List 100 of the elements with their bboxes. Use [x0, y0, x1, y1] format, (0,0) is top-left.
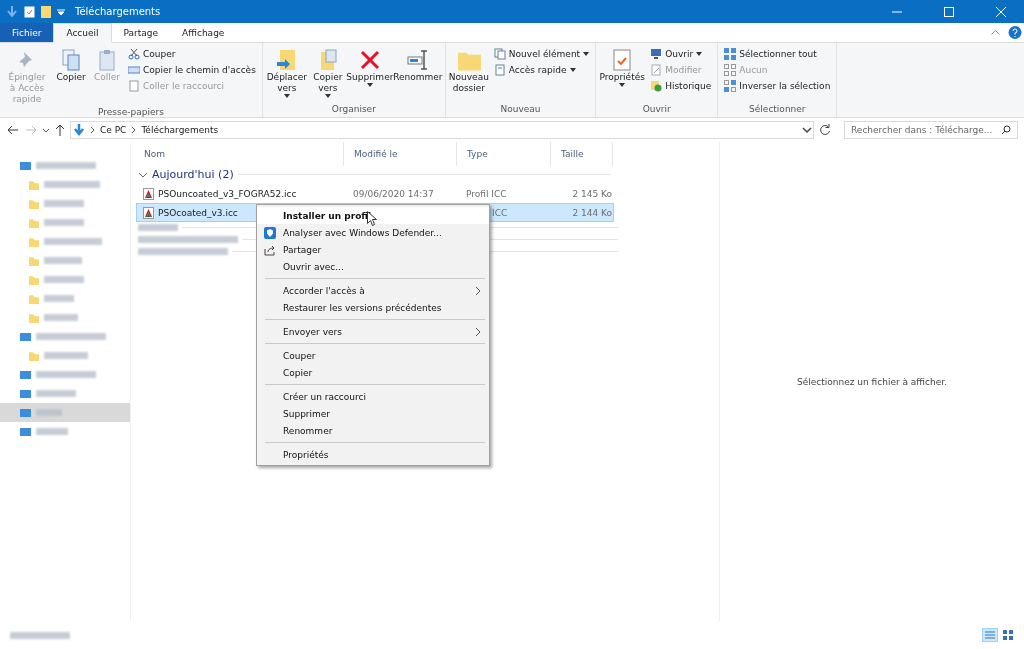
ribbon-button[interactable]: Nouvel élément [491, 47, 592, 61]
share-icon [264, 243, 276, 256]
blurred-label [36, 162, 96, 169]
menu-item[interactable]: Analyser avec Windows Defender... [257, 224, 489, 241]
view-button[interactable] [1000, 628, 1016, 642]
group-label: Sélectionner [748, 104, 807, 116]
color-profile-icon [143, 206, 154, 219]
menu-item[interactable]: Envoyer vers [257, 323, 489, 340]
menu-item[interactable]: Créer un raccourci [257, 388, 489, 405]
blurred-label [44, 257, 82, 264]
table-cell: Profil ICC [466, 188, 507, 199]
maximize-icon [944, 6, 954, 17]
drive-icon [20, 160, 31, 171]
chevron-right-icon [475, 285, 481, 296]
table-cell: ICC [492, 207, 508, 218]
ribbon-button[interactable]: Sélectionner tout [722, 47, 833, 61]
blurred-label [10, 631, 70, 639]
address-bar[interactable]: Ce PC Téléchargements [70, 121, 814, 139]
blurred-label [36, 409, 62, 416]
blurred-label [36, 390, 76, 397]
window-title: Téléchargements [75, 6, 162, 17]
menu-item[interactable]: Accorder l'accès à [257, 282, 489, 299]
shortcut-icon [128, 80, 140, 92]
group-label: Presse-papiers [97, 107, 165, 119]
sidebar-item[interactable] [0, 403, 130, 422]
back-icon [6, 123, 20, 137]
menu-item[interactable]: Copier [257, 364, 489, 381]
caret-icon [569, 68, 576, 72]
group-label: Ouvrir [641, 104, 672, 116]
menu-item[interactable]: Partager [257, 241, 489, 258]
folder-icon [28, 293, 39, 304]
ribbon-button[interactable]: Copier vers [310, 46, 345, 104]
column-header[interactable]: Modifié le [344, 142, 457, 166]
menu-item[interactable]: Renommer [257, 422, 489, 439]
up-arrow-icon [54, 123, 66, 137]
folder-icon [28, 198, 39, 209]
menu-item[interactable]: Supprimer [257, 405, 489, 422]
ribbon-button[interactable]: Déplacer vers [266, 46, 307, 104]
drive-icon [20, 426, 31, 437]
select-none-icon [724, 64, 737, 76]
rename-icon [405, 48, 430, 72]
download-arrow-icon [6, 5, 18, 18]
ribbon-button[interactable]: Copier [54, 46, 88, 107]
table-cell: 2 145 Ko [572, 188, 612, 199]
ribbon-button[interactable]: Renommer [394, 46, 441, 104]
chevron-right-icon [475, 326, 481, 337]
blurred-label [44, 276, 84, 283]
table-cell: 09/06/2020 14:37 [353, 188, 434, 199]
search-field[interactable]: Rechercher dans : Télécharge... [844, 121, 1018, 139]
ribbon-button[interactable]: Inverser la sélection [722, 79, 833, 93]
file-name: PSOcoated_v3.icc [158, 207, 238, 218]
table-cell: 2 144 Ko [572, 207, 612, 218]
color-profile-icon [143, 187, 154, 200]
drive-icon [20, 407, 31, 418]
preview-message: Sélectionnez un fichier à afficher. [797, 376, 947, 387]
folder-icon [28, 255, 39, 266]
ribbon-button[interactable]: Ouvrir [648, 47, 714, 61]
forward-icon [24, 123, 38, 137]
group-header[interactable]: Aujourd'hui (2) [134, 166, 614, 184]
ribbon-button[interactable]: Historique [648, 79, 714, 93]
caret-icon [324, 94, 331, 98]
select-all-icon [724, 48, 737, 60]
shield-icon [264, 226, 276, 239]
properties-icon [24, 5, 35, 18]
ribbon-tab[interactable]: Accueil [53, 23, 112, 43]
menu-item[interactable]: Propriétés [257, 446, 489, 463]
pin-document-icon [493, 64, 506, 76]
ribbon-button[interactable]: Nouveau dossier [449, 46, 488, 104]
scissors-icon [128, 48, 140, 60]
caret-icon [283, 94, 290, 98]
menu-item[interactable]: Restaurer les versions précédentes [257, 299, 489, 316]
menu-item[interactable]: Ouvrir avec... [257, 258, 489, 275]
ribbon-button[interactable]: Propriétés [600, 46, 645, 104]
edit-document-icon [650, 64, 663, 76]
ribbon-button[interactable]: Accès rapide [491, 63, 592, 77]
ribbon-button[interactable]: Copier le chemin d'accès [126, 63, 258, 77]
column-header[interactable]: Taille [551, 142, 613, 166]
breadcrumb[interactable]: Téléchargements [141, 125, 219, 135]
blurred-label [44, 238, 102, 245]
ribbon-button[interactable]: Couper [126, 47, 258, 61]
folder-icon [28, 179, 39, 190]
breadcrumb[interactable]: Ce PC [100, 125, 127, 135]
group-label: Nouveau [499, 104, 542, 116]
copy-icon [59, 48, 83, 72]
blurred-label [44, 219, 84, 226]
folder-icon [28, 312, 39, 323]
blurred-label [44, 352, 88, 359]
new-item-icon [493, 48, 506, 60]
column-header[interactable]: Type [457, 142, 551, 166]
blurred-label [44, 314, 78, 321]
ribbon-tab[interactable]: Fichier [0, 23, 54, 42]
dropdown-icon [57, 7, 65, 16]
folder-icon [41, 5, 51, 18]
refresh-icon [818, 123, 832, 137]
column-header[interactable]: Nom [134, 142, 344, 166]
file-row[interactable]: PSOuncoated_v3_FOGRA52.icc 09/06/2020 14:37 Profil ICC 2 145 Ko [136, 184, 614, 203]
menu-item[interactable]: Couper [257, 347, 489, 364]
drive-icon [20, 331, 31, 342]
group-label: Organiser [330, 104, 377, 116]
close-icon [996, 6, 1006, 17]
